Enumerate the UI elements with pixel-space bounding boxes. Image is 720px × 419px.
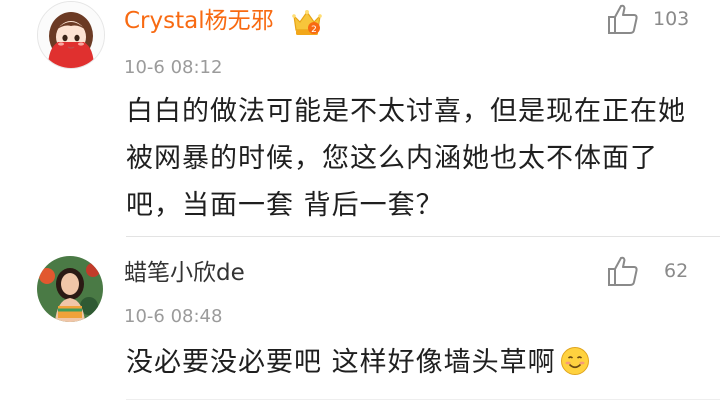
avatar[interactable] [37,256,103,322]
divider [126,399,720,400]
like-count: 62 [664,260,689,282]
thumbs-up-icon[interactable] [606,255,640,287]
comment-text-body: 没必要没必要吧 这样好像墙头草啊 [126,347,556,378]
comment-text: 没必要没必要吧 这样好像墙头草啊 [126,339,696,386]
photo-avatar-icon [37,256,103,322]
comment-time: 10-6 08:48 [124,306,223,327]
smile-emoji-icon [560,344,590,375]
username[interactable]: 蜡笔小欣de [124,259,245,287]
comment-item: 蜡笔小欣de 10-6 08:48 62 没必要没必要吧 这样好像墙头草啊 [0,0,720,419]
